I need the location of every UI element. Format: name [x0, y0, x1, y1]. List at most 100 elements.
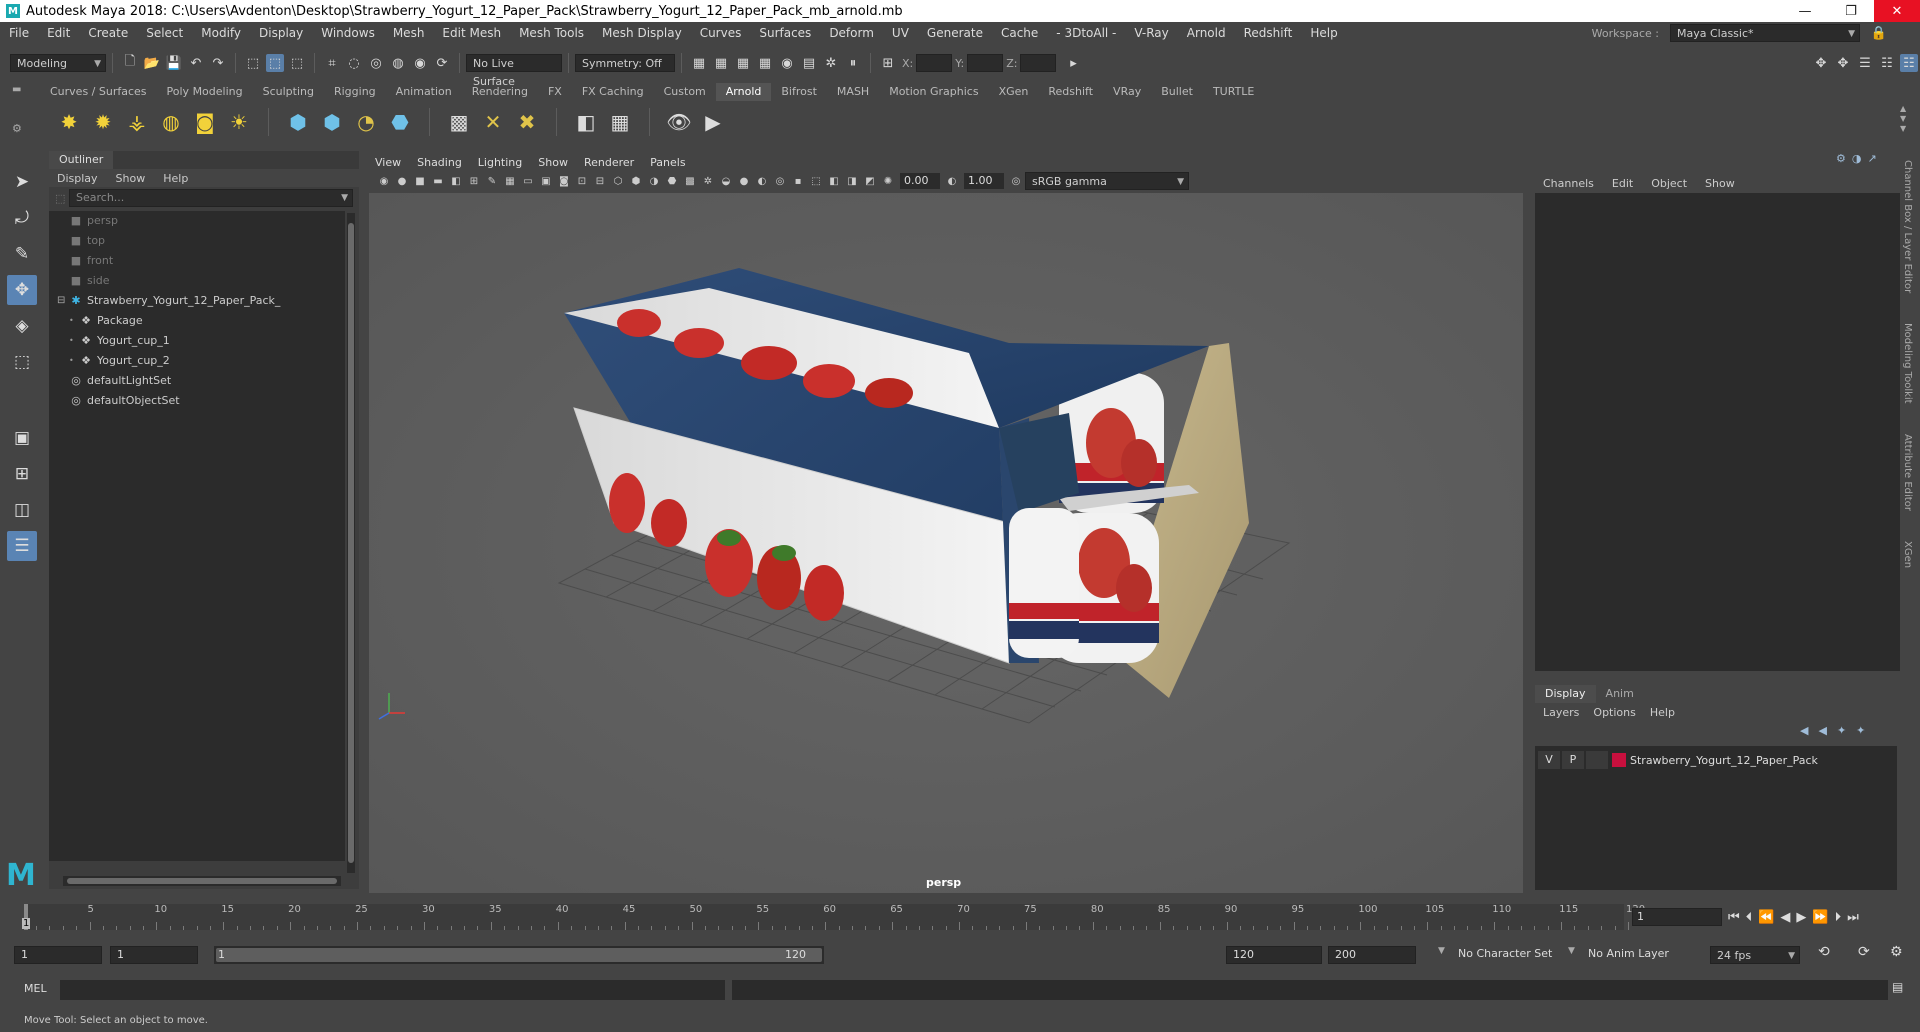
shelf-settings-icon[interactable]: ⚙ — [12, 122, 22, 135]
character-set-arrow-icon[interactable]: ▼ — [1438, 946, 1445, 956]
redo-icon[interactable]: ↷ — [209, 54, 227, 72]
arnold-physical-sky-icon[interactable]: ☀ — [226, 109, 252, 135]
render-sequence-icon[interactable]: ▦ — [712, 54, 730, 72]
shelf-tab-curves-surfaces[interactable]: Curves / Surfaces — [40, 83, 157, 101]
menu-generate[interactable]: Generate — [918, 26, 992, 40]
step-forward-icon[interactable]: ⏵ — [1835, 910, 1842, 925]
isolate-select-icon[interactable]: ⬚ — [809, 174, 823, 188]
shelf-tab-rendering[interactable]: Rendering — [462, 83, 538, 101]
live-surface-field[interactable]: No Live Surface — [466, 54, 562, 88]
exposure-icon[interactable]: ✺ — [881, 174, 895, 188]
layer-display-type-toggle[interactable] — [1586, 751, 1608, 769]
outliner-search-input[interactable]: Search... ▼ — [69, 189, 353, 207]
new-layer-from-selection-icon[interactable]: ✦ — [1856, 724, 1865, 740]
render-settings-icon[interactable]: ▦ — [756, 54, 774, 72]
anim-layer-arrow-icon[interactable]: ▼ — [1568, 946, 1575, 956]
default-material-icon[interactable]: ◑ — [647, 174, 661, 188]
select-component-icon[interactable]: ⬚ — [288, 54, 306, 72]
side-tab-channel-box-layer-editor[interactable]: Channel Box / Layer Editor — [1902, 160, 1913, 293]
menu-surfaces[interactable]: Surfaces — [750, 26, 820, 40]
menu-set-dropdown[interactable]: Modeling ▼ — [10, 54, 106, 72]
grease-pencil-icon[interactable]: ✎ — [485, 174, 499, 188]
outliner-item[interactable]: • ❖ Yogurt_cup_2 — [49, 351, 345, 371]
hypershade-icon[interactable]: ◉ — [778, 54, 796, 72]
modeling-toolkit-icon[interactable]: ✥ — [1812, 54, 1830, 72]
save-scene-icon[interactable]: 💾 — [165, 54, 183, 72]
image-plane-icon[interactable]: ◧ — [449, 174, 463, 188]
channel-box-icon[interactable]: ☷ — [1900, 54, 1918, 72]
four-view-layout-icon[interactable]: ⊞ — [7, 459, 37, 489]
shelf-tab-redshift[interactable]: Redshift — [1038, 83, 1103, 101]
outliner-item[interactable]: ◎ defaultObjectSet — [49, 391, 345, 411]
3d-viewport[interactable] — [369, 193, 1523, 893]
anti-aliasing-icon[interactable]: ◎ — [773, 174, 787, 188]
arnold-curve-collector-icon[interactable]: ◔ — [353, 109, 379, 135]
outliner-item[interactable]: ■ front — [49, 251, 345, 271]
layer-menu-options[interactable]: Options — [1593, 706, 1635, 719]
select-object-icon[interactable]: ⬚ — [266, 54, 284, 72]
shelf-tab-bullet[interactable]: Bullet — [1151, 83, 1203, 101]
channel-box-menu-channels[interactable]: Channels — [1543, 177, 1594, 190]
resolution-gate-icon[interactable]: ▣ — [539, 174, 553, 188]
outliner-layout-icon[interactable]: ☰ — [7, 531, 37, 561]
open-scene-icon[interactable]: 📂 — [143, 54, 161, 72]
move-layer-up-icon[interactable]: ◀ — [1800, 724, 1808, 740]
preferences-icon[interactable]: ⚙ — [1890, 944, 1903, 960]
move-tool-icon[interactable]: ✥ — [7, 275, 37, 305]
outliner-menu-help[interactable]: Help — [163, 172, 188, 185]
ipr-render-icon[interactable]: ▦ — [734, 54, 752, 72]
shelf-tab-bifrost[interactable]: Bifrost — [771, 83, 827, 101]
channel-box-pin-icon[interactable]: ↗ — [1867, 152, 1876, 168]
outliner-horizontal-scrollbar[interactable] — [63, 876, 341, 886]
2d-pan-icon[interactable]: ⊞ — [467, 174, 481, 188]
range-slider[interactable]: 1 120 — [214, 946, 824, 964]
shelf-tab-turtle[interactable]: TURTLE — [1203, 83, 1264, 101]
menu-display[interactable]: Display — [250, 26, 312, 40]
outliner-menu-show[interactable]: Show — [116, 172, 146, 185]
arnold-tx-manager-icon[interactable]: ✖ — [514, 109, 540, 135]
transform-constraint-icon[interactable]: ⊞ — [879, 54, 897, 72]
animation-end-input[interactable]: 200 — [1328, 946, 1416, 964]
snap-grid-icon[interactable]: ⌗ — [323, 54, 341, 72]
shelf-tab-animation[interactable]: Animation — [386, 83, 462, 101]
outliner-item[interactable]: ⊟ ✱ Strawberry_Yogurt_12_Paper_Pack_ — [49, 291, 345, 311]
close-button[interactable]: ✕ — [1874, 0, 1920, 22]
snap-pivot-icon[interactable]: ⟳ — [433, 54, 451, 72]
shelf-tab-arnold[interactable]: Arnold — [715, 83, 772, 101]
go-to-end-icon[interactable]: ⏭ — [1847, 910, 1859, 925]
menu-file[interactable]: File — [0, 26, 38, 40]
lock-camera-icon[interactable]: ● — [395, 174, 409, 188]
menu-select[interactable]: Select — [137, 26, 192, 40]
viewport-menu-renderer[interactable]: Renderer — [584, 156, 634, 169]
channel-box-attr-icon[interactable]: ⚙ — [1836, 152, 1846, 168]
outliner-menu-display[interactable]: Display — [57, 172, 98, 185]
x-input[interactable] — [916, 54, 953, 72]
menu-edit-mesh[interactable]: Edit Mesh — [433, 26, 510, 40]
layer-playback-toggle[interactable]: P — [1562, 751, 1584, 769]
shelf-tab-mash[interactable]: MASH — [827, 83, 879, 101]
snap-view-icon[interactable]: ◍ — [389, 54, 407, 72]
shelf-tab-poly-modeling[interactable]: Poly Modeling — [157, 83, 253, 101]
menu-curves[interactable]: Curves — [691, 26, 751, 40]
viewport-menu-lighting[interactable]: Lighting — [478, 156, 522, 169]
human-ik-icon[interactable]: ✥ — [1834, 54, 1852, 72]
play-backwards-icon[interactable]: ◀ — [1780, 910, 1790, 925]
ambient-occlusion-icon[interactable]: ● — [737, 174, 751, 188]
viewport-menu-view[interactable]: View — [375, 156, 401, 169]
arnold-area-light-icon[interactable]: ✸ — [56, 109, 82, 135]
arnold-standin-icon[interactable]: ⬢ — [285, 109, 311, 135]
arnold-light-portal-icon[interactable]: ◙ — [192, 109, 218, 135]
layer-menu-help[interactable]: Help — [1650, 706, 1675, 719]
time-slider[interactable]: 5 10 15 20 25 30 35 40 45 50 55 60 65 70 75 80 85 90 95 100… — [14, 902, 1645, 932]
channel-box-body[interactable] — [1535, 193, 1900, 671]
xray-joints-icon[interactable]: ◨ — [845, 174, 859, 188]
color-management-icon[interactable]: ◎ — [1009, 174, 1023, 188]
auto-key-icon[interactable]: ⟳ — [1858, 944, 1870, 960]
step-forward-key-icon[interactable]: ⏩ — [1812, 910, 1828, 925]
select-camera-icon[interactable]: ◉ — [377, 174, 391, 188]
viewport-menu-panels[interactable]: Panels — [650, 156, 685, 169]
shelf-menu-icon[interactable]: ▬ — [12, 84, 21, 95]
side-tab-modeling-toolkit[interactable]: Modeling Toolkit — [1902, 323, 1913, 404]
move-layer-down-icon[interactable]: ◀ — [1818, 724, 1826, 740]
wireframe-on-shaded-icon[interactable]: ⬣ — [665, 174, 679, 188]
